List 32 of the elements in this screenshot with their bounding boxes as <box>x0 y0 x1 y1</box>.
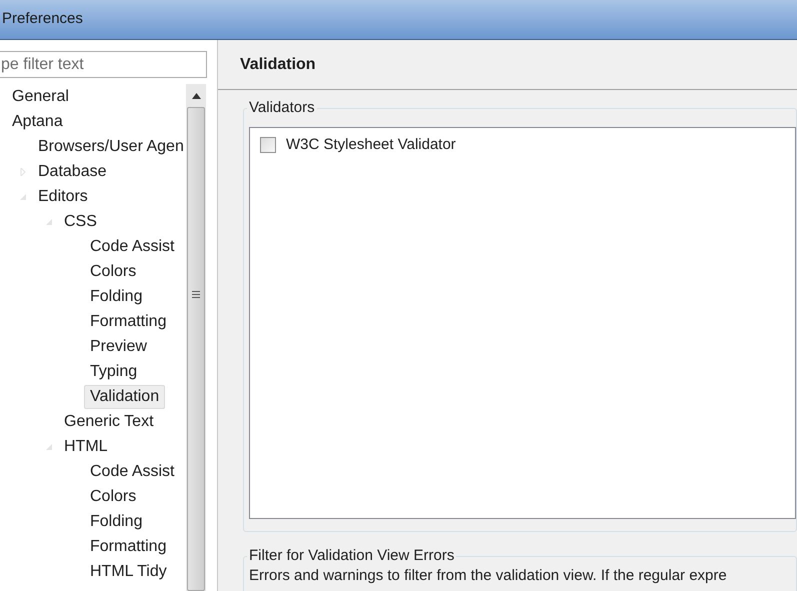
tree-item[interactable]: Folding <box>84 510 148 534</box>
tree-item[interactable]: Preview <box>84 334 153 358</box>
tree-item[interactable]: Code Assist <box>84 460 180 484</box>
tree-item[interactable]: Folding <box>84 284 148 308</box>
page-title: Validation <box>240 54 316 74</box>
tree-item[interactable]: Colors <box>84 484 142 508</box>
tree-item[interactable]: Aptana <box>6 110 69 134</box>
tree-item[interactable]: HTML Tidy <box>84 560 173 584</box>
tree-item[interactable]: Code Assist <box>84 234 180 258</box>
tree-item[interactable]: Generic Text <box>58 410 160 434</box>
tree-item[interactable]: Colors <box>84 260 142 284</box>
expanded-arrow-icon[interactable] <box>19 192 27 200</box>
tree-item[interactable]: Editors <box>32 184 94 208</box>
scroll-up-arrow-icon[interactable] <box>192 93 200 99</box>
grip-icon <box>192 290 200 298</box>
window-title: Preferences <box>1 9 83 30</box>
expanded-arrow-icon[interactable] <box>45 442 53 450</box>
collapsed-arrow-icon[interactable] <box>19 168 27 176</box>
filter-field[interactable]: pe filter text <box>0 51 207 78</box>
tree-item[interactable]: Validation <box>84 384 166 408</box>
tree-item[interactable]: Formatting <box>84 534 172 558</box>
description-text: Errors and warnings to filter from the validation view. If the regular expre <box>249 567 728 585</box>
tree-item[interactable]: Database <box>32 160 112 184</box>
tree-item[interactable]: Typing <box>84 360 144 384</box>
expanded-arrow-icon[interactable] <box>45 218 53 226</box>
tree-item[interactable]: CSS <box>58 210 103 234</box>
checkbox-label[interactable]: W3C Stylesheet Validator <box>286 134 456 156</box>
checkbox[interactable] <box>260 137 276 153</box>
tree-item[interactable]: HTML <box>58 434 114 458</box>
tree-item[interactable]: Browsers/User Agen <box>32 134 186 158</box>
tree-item[interactable]: General <box>6 84 75 108</box>
tree-item[interactable]: Formatting <box>84 310 172 334</box>
